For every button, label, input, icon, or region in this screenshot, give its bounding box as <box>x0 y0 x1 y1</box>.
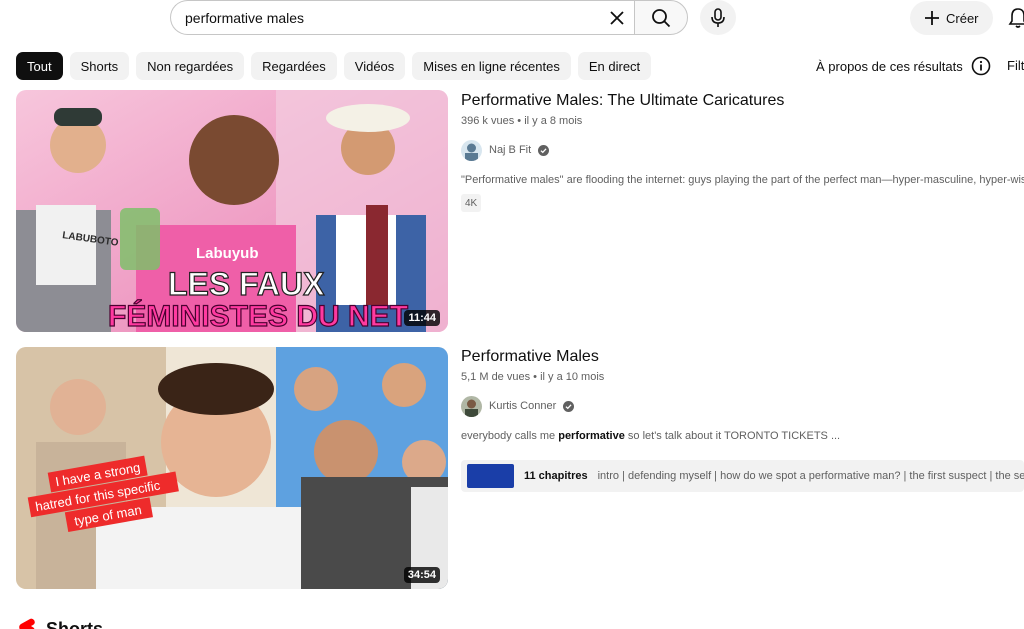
shorts-section-header: Shorts <box>18 618 103 629</box>
chip-unwatched[interactable]: Non regardées <box>136 52 245 80</box>
shorts-title: Shorts <box>46 618 104 629</box>
video-title[interactable]: Performative Males: The Ultimate Caricat… <box>461 92 784 110</box>
close-icon <box>610 11 624 25</box>
description-pre: everybody calls me <box>461 430 559 442</box>
thumbnail-headline-1: LES FAUX <box>168 266 325 302</box>
chip-videos[interactable]: Vidéos <box>343 52 406 80</box>
video-thumbnail[interactable]: I have a strong hatred for this specific… <box>16 347 448 589</box>
chip-live[interactable]: En direct <box>577 52 652 80</box>
search-icon <box>652 8 671 27</box>
video-thumbnail[interactable]: Labuyub LES FAUX FÉMINISTES DU NET LABUB… <box>16 90 448 332</box>
search-query: performative males <box>185 9 305 26</box>
chapters-row[interactable]: 11 chapitres intro | defending myself | … <box>461 460 1024 492</box>
channel-link[interactable]: Naj B Fit <box>461 139 550 161</box>
mic-icon <box>711 7 725 27</box>
channel-link[interactable]: Kurtis Conner <box>461 395 575 417</box>
view-count: 5,1 M de vues <box>461 371 531 383</box>
plus-icon <box>925 11 939 25</box>
thumbnail-headline-2: FÉMINISTES DU NET <box>108 299 408 332</box>
view-count: 396 k vues <box>461 115 515 127</box>
description-highlight: performative <box>558 430 625 442</box>
chip-shorts[interactable]: Shorts <box>69 52 130 80</box>
video-title[interactable]: Performative Males <box>461 348 599 366</box>
quality-badge: 4K <box>461 194 482 212</box>
description-post: so let's talk about it TORONTO TICKETS .… <box>624 430 841 442</box>
thumbnail-brand-text: Labuyub <box>196 245 259 262</box>
video-duration: 34:54 <box>403 567 440 583</box>
verified-check-icon <box>538 144 550 156</box>
info-icon <box>971 56 991 76</box>
upload-age: il y a 8 mois <box>524 115 583 127</box>
filters-button[interactable]: Filt <box>1007 58 1024 73</box>
chapters-list: intro | defending myself | how do we spo… <box>597 470 1024 482</box>
chapters-count: 11 chapitres <box>524 470 588 482</box>
channel-avatar[interactable] <box>461 139 482 161</box>
verified-check-icon <box>563 400 575 412</box>
clear-search-button[interactable] <box>604 6 630 30</box>
about-results-label: À propos de ces résultats <box>816 58 963 74</box>
channel-avatar[interactable] <box>461 395 482 417</box>
video-duration: 11:44 <box>404 310 440 326</box>
video-meta: 5,1 M de vues • il y a 10 mois <box>461 371 604 383</box>
channel-name: Naj B Fit <box>489 144 532 156</box>
search-input[interactable]: performative males <box>170 0 634 35</box>
thumbnail-image: I have a strong hatred for this specific… <box>16 347 448 589</box>
chip-recently-uploaded[interactable]: Mises en ligne récentes <box>412 52 571 80</box>
video-meta: 396 k vues • il y a 8 mois <box>461 115 582 127</box>
channel-name: Kurtis Conner <box>489 400 557 412</box>
create-label: Créer <box>946 10 979 26</box>
create-button[interactable]: Créer <box>910 1 993 35</box>
shorts-logo-icon <box>19 618 35 629</box>
video-description: "Performative males" are flooding the in… <box>461 174 1024 186</box>
video-description: everybody calls me performative so let's… <box>461 430 1024 442</box>
search-button[interactable] <box>634 0 688 35</box>
filter-chips: Tout Shorts Non regardées Regardées Vidé… <box>16 52 652 80</box>
chip-watched[interactable]: Regardées <box>251 52 337 80</box>
upload-age: il y a 10 mois <box>540 371 605 383</box>
notifications-bell-icon[interactable] <box>1006 6 1024 30</box>
chip-all[interactable]: Tout <box>16 52 63 80</box>
thumbnail-image: Labuyub LES FAUX FÉMINISTES DU NET LABUB… <box>16 90 448 332</box>
voice-search-button[interactable] <box>700 0 736 35</box>
about-results-link[interactable]: À propos de ces résultats <box>816 56 991 76</box>
chapter-thumbnail <box>467 464 514 488</box>
